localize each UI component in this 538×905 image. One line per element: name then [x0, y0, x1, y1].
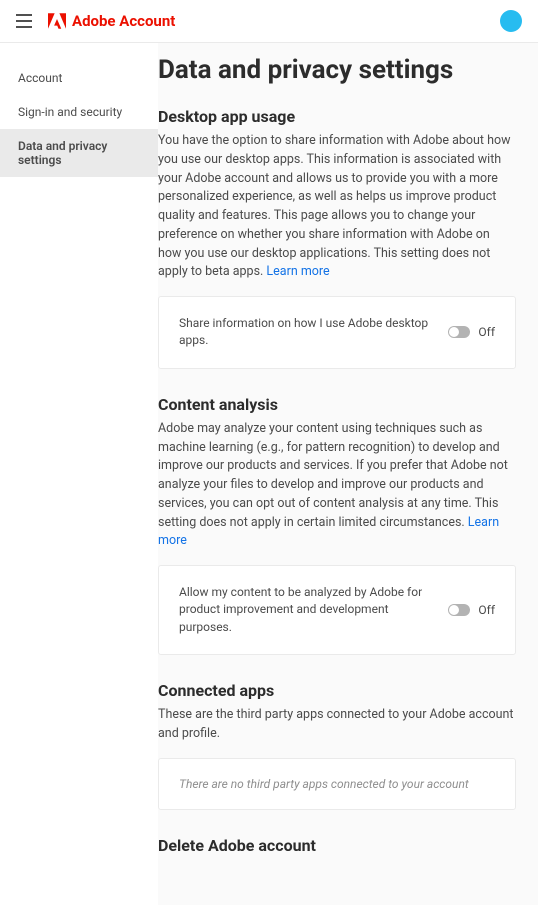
- card-desktop-toggle: Share information on how I use Adobe des…: [158, 296, 516, 369]
- toggle-label: Allow my content to be analyzed by Adobe…: [179, 584, 428, 636]
- card-content-analysis-toggle: Allow my content to be analyzed by Adobe…: [158, 565, 516, 655]
- toggle-wrap: Off: [448, 603, 495, 617]
- content-analysis-toggle[interactable]: [448, 604, 470, 616]
- section-desc: These are the third party apps connected…: [158, 706, 516, 744]
- sidebar-item-label: Data and privacy settings: [18, 139, 107, 167]
- section-desktop-usage: Desktop app usage You have the option to…: [158, 107, 516, 369]
- section-desc: You have the option to share information…: [158, 132, 516, 282]
- section-title: Desktop app usage: [158, 107, 516, 126]
- desktop-usage-toggle[interactable]: [448, 326, 470, 338]
- toggle-label: Share information on how I use Adobe des…: [179, 315, 428, 350]
- section-title: Delete Adobe account: [158, 836, 516, 855]
- section-title: Content analysis: [158, 395, 516, 414]
- toggle-row: Allow my content to be analyzed by Adobe…: [179, 584, 495, 636]
- adobe-logo-icon: [48, 13, 66, 29]
- brand[interactable]: Adobe Account: [48, 12, 175, 30]
- section-connected-apps: Connected apps These are the third party…: [158, 681, 516, 810]
- desc-text: You have the option to share information…: [158, 133, 511, 279]
- toggle-wrap: Off: [448, 325, 495, 339]
- header: Adobe Account: [0, 0, 538, 43]
- section-delete-account: Delete Adobe account: [158, 836, 516, 855]
- sidebar: Account Sign-in and security Data and pr…: [0, 43, 158, 905]
- toggle-row: Share information on how I use Adobe des…: [179, 315, 495, 350]
- toggle-state: Off: [478, 325, 495, 339]
- page-title: Data and privacy settings: [158, 55, 516, 85]
- hamburger-menu-icon[interactable]: [16, 14, 32, 28]
- empty-state: There are no third party apps connected …: [179, 777, 495, 791]
- sidebar-item-signin[interactable]: Sign-in and security: [0, 95, 158, 129]
- sidebar-item-label: Account: [18, 71, 62, 85]
- brand-text: Adobe Account: [72, 12, 175, 30]
- sidebar-item-data-privacy[interactable]: Data and privacy settings: [0, 129, 158, 177]
- section-desc: Adobe may analyze your content using tec…: [158, 420, 516, 551]
- avatar[interactable]: [500, 10, 522, 32]
- section-title: Connected apps: [158, 681, 516, 700]
- content: Data and privacy settings Desktop app us…: [158, 43, 538, 905]
- sidebar-item-account[interactable]: Account: [0, 61, 158, 95]
- sidebar-item-label: Sign-in and security: [18, 105, 122, 119]
- container: Account Sign-in and security Data and pr…: [0, 43, 538, 905]
- toggle-state: Off: [478, 603, 495, 617]
- desc-text: Adobe may analyze your content using tec…: [158, 421, 508, 530]
- card-connected-apps: There are no third party apps connected …: [158, 758, 516, 810]
- header-left: Adobe Account: [16, 12, 175, 30]
- section-content-analysis: Content analysis Adobe may analyze your …: [158, 395, 516, 655]
- learn-more-link[interactable]: Learn more: [266, 264, 329, 279]
